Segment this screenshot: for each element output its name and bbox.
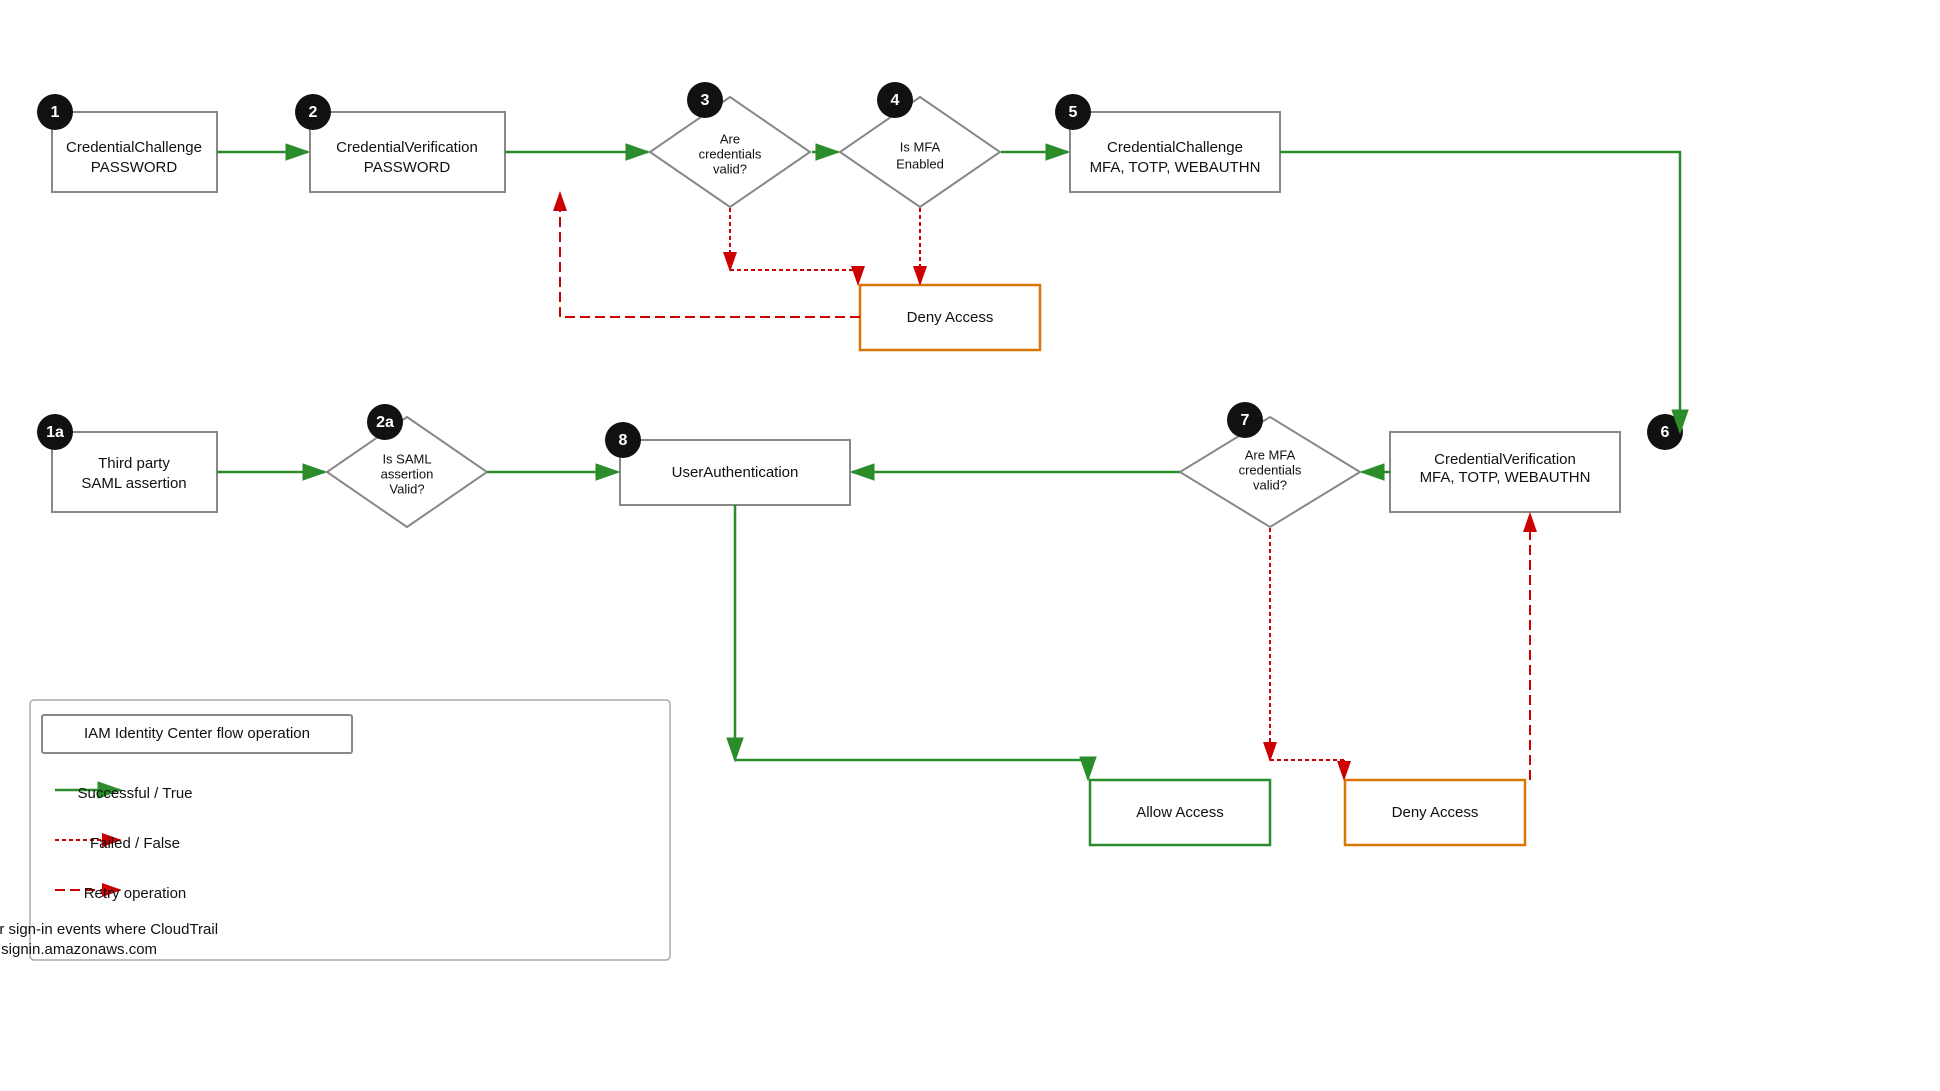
svg-text:credentials: credentials bbox=[1239, 462, 1302, 477]
node-8: UserAuthentication 8 bbox=[605, 422, 850, 505]
svg-text:IAM Identity Center flow opera: IAM Identity Center flow operation bbox=[84, 725, 310, 742]
node-5: CredentialChallenge MFA, TOTP, WEBAUTHN … bbox=[1055, 94, 1280, 192]
svg-text:Successful / True: Successful / True bbox=[77, 785, 192, 802]
svg-text:1: 1 bbox=[51, 104, 60, 121]
node-2: CredentialVerification PASSWORD 2 bbox=[295, 94, 505, 192]
legend-box: IAM Identity Center flow operation Succe… bbox=[0, 700, 670, 960]
svg-text:SAML assertion: SAML assertion bbox=[81, 475, 186, 492]
svg-text:Deny Access: Deny Access bbox=[907, 309, 994, 326]
svg-text:MFA, TOTP, WEBAUTHN: MFA, TOTP, WEBAUTHN bbox=[1090, 159, 1261, 176]
svg-text:Deny Access: Deny Access bbox=[1392, 804, 1479, 821]
svg-text:Failed / False: Failed / False bbox=[90, 835, 180, 852]
svg-text:Valid?: Valid? bbox=[389, 481, 424, 496]
svg-text:CredentialVerification: CredentialVerification bbox=[336, 139, 478, 156]
svg-text:Enabled: Enabled bbox=[896, 156, 944, 171]
svg-text:Are: Are bbox=[720, 131, 740, 146]
svg-text:2a: 2a bbox=[376, 414, 394, 431]
svg-text:8: 8 bbox=[619, 432, 628, 449]
svg-text:PASSWORD: PASSWORD bbox=[364, 159, 451, 176]
svg-text:IAM Identity Center sign-in ev: IAM Identity Center sign-in events where… bbox=[0, 921, 218, 938]
svg-text:7: 7 bbox=[1241, 412, 1250, 429]
node-4: Is MFA Enabled 4 bbox=[840, 82, 1000, 207]
flowchart-diagram: CredentialChallenge PASSWORD 1 Third par… bbox=[0, 0, 1940, 1091]
node-7: Are MFA credentials valid? 7 bbox=[1180, 402, 1360, 527]
svg-text:CredentialChallenge: CredentialChallenge bbox=[1107, 139, 1243, 156]
svg-text:Retry operation: Retry operation bbox=[84, 885, 187, 902]
svg-text:assertion: assertion bbox=[381, 466, 434, 481]
svg-text:3: 3 bbox=[701, 92, 710, 109]
svg-text:Allow Access: Allow Access bbox=[1136, 804, 1224, 821]
svg-text:source is signin.amazonaws.com: source is signin.amazonaws.com bbox=[0, 941, 157, 958]
allow-access: Allow Access bbox=[1090, 780, 1270, 845]
svg-text:2: 2 bbox=[309, 104, 318, 121]
svg-text:CredentialChallenge: CredentialChallenge bbox=[66, 139, 202, 156]
node-2a: Is SAML assertion Valid? 2a bbox=[327, 404, 487, 527]
svg-text:4: 4 bbox=[891, 92, 900, 109]
svg-text:Is MFA: Is MFA bbox=[900, 139, 941, 154]
svg-text:Third party: Third party bbox=[98, 455, 170, 472]
svg-text:Is SAML: Is SAML bbox=[382, 451, 431, 466]
deny-access-2: Deny Access bbox=[1345, 780, 1525, 845]
svg-text:credentials: credentials bbox=[699, 146, 762, 161]
node-6: CredentialVerification MFA, TOTP, WEBAUT… bbox=[1390, 414, 1683, 512]
svg-text:MFA, TOTP, WEBAUTHN: MFA, TOTP, WEBAUTHN bbox=[1420, 469, 1591, 486]
svg-text:5: 5 bbox=[1069, 104, 1078, 121]
node-1a: Third party SAML assertion 1a bbox=[37, 414, 217, 512]
svg-text:PASSWORD: PASSWORD bbox=[91, 159, 178, 176]
svg-text:valid?: valid? bbox=[713, 161, 747, 176]
svg-text:1a: 1a bbox=[46, 424, 64, 441]
svg-text:UserAuthentication: UserAuthentication bbox=[672, 464, 799, 481]
svg-text:Are MFA: Are MFA bbox=[1245, 447, 1296, 462]
svg-text:valid?: valid? bbox=[1253, 477, 1287, 492]
svg-text:6: 6 bbox=[1661, 424, 1670, 441]
node-1: CredentialChallenge PASSWORD 1 bbox=[37, 94, 217, 192]
deny-access-1: Deny Access bbox=[860, 285, 1040, 350]
node-3: Are credentials valid? 3 bbox=[650, 82, 810, 207]
svg-text:CredentialVerification: CredentialVerification bbox=[1434, 451, 1576, 468]
